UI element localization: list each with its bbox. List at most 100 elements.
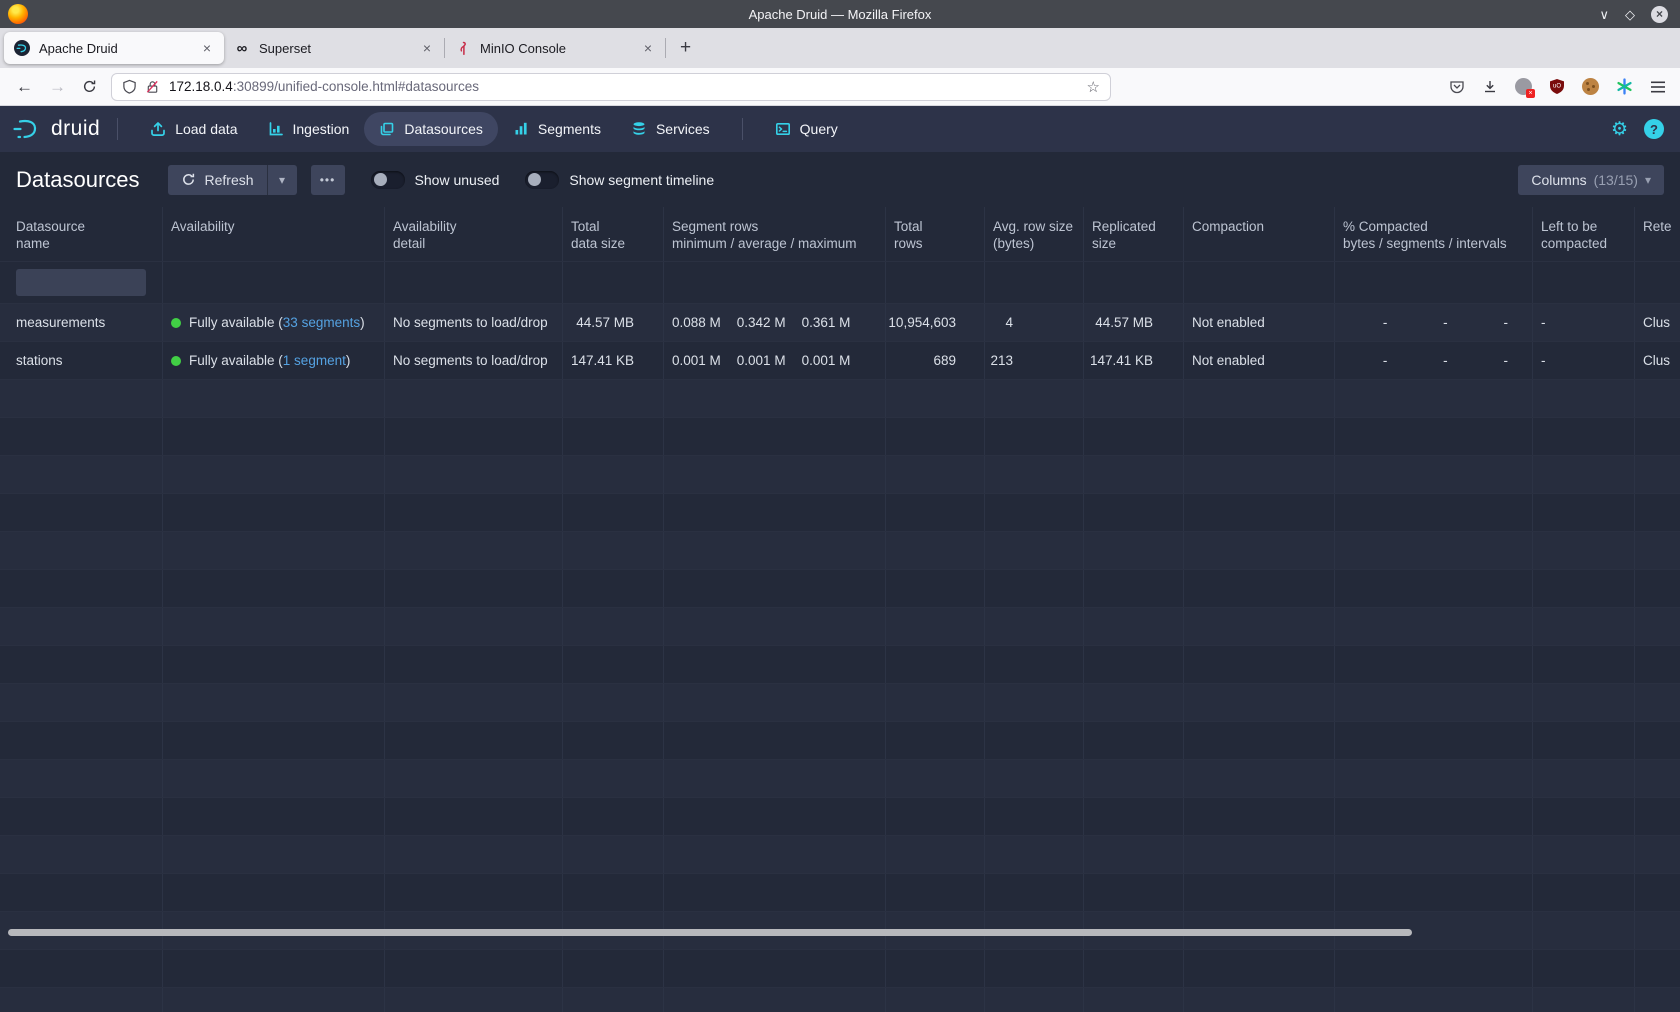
column-header-avg-row-size[interactable]: Avg. row size(bytes) <box>985 207 1084 261</box>
nav-item-label: Datasources <box>404 121 483 137</box>
nav-item-query[interactable]: Query <box>760 112 853 146</box>
cell-total-data-size: 44.57 MB <box>563 304 664 341</box>
table-cell-empty <box>886 874 985 911</box>
ublock-origin-icon[interactable]: uO <box>1549 78 1565 95</box>
table-cell-empty <box>163 760 385 797</box>
page-title: Datasources <box>16 167 140 193</box>
table-row-empty <box>0 760 1680 798</box>
hamburger-menu-icon[interactable] <box>1650 80 1666 94</box>
cell-pct-compacted: - - - <box>1335 342 1533 379</box>
table-cell-empty <box>163 988 385 1012</box>
segments-link[interactable]: 33 segments <box>283 315 360 330</box>
horizontal-scrollbar[interactable] <box>8 929 1412 936</box>
druid-brand[interactable]: druid <box>12 116 100 142</box>
table-cell-empty <box>385 418 563 455</box>
window-close-icon[interactable]: × <box>1651 6 1668 23</box>
table-row-measurements[interactable]: measurements Fully available (33 segment… <box>0 304 1680 342</box>
table-cell-empty <box>563 380 664 417</box>
table-cell-empty <box>1335 988 1533 1012</box>
back-button[interactable]: ← <box>16 77 33 97</box>
reload-button[interactable] <box>82 79 97 94</box>
table-cell-empty <box>985 950 1084 987</box>
settings-gear-icon[interactable]: ⚙ <box>1611 120 1628 139</box>
nav-item-load-data[interactable]: Load data <box>135 112 252 146</box>
table-row-empty <box>0 570 1680 608</box>
more-actions-button[interactable]: ••• <box>311 165 345 195</box>
table-cell-empty <box>985 988 1084 1012</box>
table-cell-empty <box>563 950 664 987</box>
pocket-icon[interactable] <box>1449 79 1465 95</box>
nav-item-segments[interactable]: Segments <box>498 112 616 146</box>
column-header-compaction[interactable]: Compaction <box>1184 207 1335 261</box>
tab-apache-druid[interactable]: Apache Druid × <box>4 32 224 64</box>
table-cell-empty <box>563 798 664 835</box>
refresh-button[interactable]: Refresh <box>168 165 267 195</box>
table-cell-empty <box>1635 456 1680 493</box>
table-cell-empty <box>163 494 385 531</box>
tab-close-icon[interactable]: × <box>641 40 655 56</box>
tab-close-icon[interactable]: × <box>420 40 434 56</box>
column-header-retention[interactable]: Rete <box>1635 207 1680 261</box>
extension-icon[interactable]: × <box>1515 78 1532 95</box>
table-cell-empty <box>1335 380 1533 417</box>
table-cell-empty <box>1635 836 1680 873</box>
table-cell-empty <box>985 874 1084 911</box>
column-header-total-data-size[interactable]: Totaldata size <box>563 207 664 261</box>
bookmark-star-icon[interactable]: ☆ <box>1087 78 1100 96</box>
column-header-total-rows[interactable]: Totalrows <box>886 207 985 261</box>
tab-minio-console[interactable]: MinIO Console × <box>445 32 665 64</box>
table-cell-empty <box>1335 798 1533 835</box>
table-cell-empty <box>886 988 985 1012</box>
table-cell-empty <box>1184 684 1335 721</box>
nav-item-services[interactable]: Services <box>616 112 725 146</box>
show-segment-timeline-toggle[interactable] <box>525 171 559 189</box>
table-cell-empty <box>163 836 385 873</box>
asterisk-extension-icon[interactable] <box>1616 78 1633 95</box>
downloads-icon[interactable] <box>1482 79 1498 95</box>
column-header-datasource-name[interactable]: Datasourcename <box>0 207 163 261</box>
table-row-stations[interactable]: stations Fully available (1 segment) No … <box>0 342 1680 380</box>
columns-picker-button[interactable]: Columns (13/15) ▾ <box>1518 165 1664 195</box>
table-cell-empty <box>1335 608 1533 645</box>
insecure-lock-icon[interactable] <box>145 79 160 95</box>
nav-item-ingestion[interactable]: Ingestion <box>253 112 365 146</box>
table-row-empty <box>0 874 1680 912</box>
column-header-availability-detail[interactable]: Availabilitydetail <box>385 207 563 261</box>
tab-superset[interactable]: ∞ Superset × <box>224 32 444 64</box>
new-tab-button[interactable]: + <box>680 37 691 59</box>
column-header-segment-rows[interactable]: Segment rowsminimum / average / maximum <box>664 207 886 261</box>
nav-item-datasources[interactable]: Datasources <box>364 112 498 146</box>
table-cell-empty <box>1335 874 1533 911</box>
column-header-replicated-size[interactable]: Replicatedsize <box>1084 207 1184 261</box>
column-header-left-to-be-compacted[interactable]: Left to becompacted <box>1533 207 1635 261</box>
navbar-divider <box>742 118 743 140</box>
segments-link[interactable]: 1 segment <box>283 353 346 368</box>
table-cell-empty <box>385 570 563 607</box>
column-header-pct-compacted[interactable]: % Compactedbytes / segments / intervals <box>1335 207 1533 261</box>
url-bar[interactable]: 172.18.0.4:30899/unified-console.html#da… <box>111 73 1111 101</box>
datasource-name-filter-input[interactable] <box>16 269 146 296</box>
table-cell-empty <box>1084 646 1184 683</box>
refresh-options-button[interactable]: ▾ <box>267 165 297 195</box>
table-cell-empty <box>1184 418 1335 455</box>
url-host: 172.18.0.4 <box>169 79 233 94</box>
tab-close-icon[interactable]: × <box>200 40 214 56</box>
cookie-icon[interactable] <box>1582 78 1599 95</box>
minio-favicon-icon <box>455 40 471 56</box>
table-cell-empty <box>664 570 886 607</box>
help-icon[interactable]: ? <box>1644 119 1664 139</box>
datasources-page: Datasources Refresh ▾ ••• Show unused Sh… <box>0 152 1680 1012</box>
window-minimize-icon[interactable]: ∨ <box>1599 8 1609 21</box>
url-text[interactable]: 172.18.0.4:30899/unified-console.html#da… <box>169 79 1087 94</box>
show-unused-toggle[interactable] <box>371 171 405 189</box>
table-cell-empty <box>886 950 985 987</box>
table-row-empty <box>0 608 1680 646</box>
window-maximize-icon[interactable]: ◇ <box>1625 8 1635 21</box>
cell-pct-compacted: - - - <box>1335 304 1533 341</box>
column-header-availability[interactable]: Availability <box>163 207 385 261</box>
table-cell-empty <box>1635 874 1680 911</box>
table-cell-empty <box>886 798 985 835</box>
tracking-shield-icon[interactable] <box>122 79 137 95</box>
forward-button[interactable]: → <box>49 77 66 97</box>
table-cell-empty <box>886 722 985 759</box>
